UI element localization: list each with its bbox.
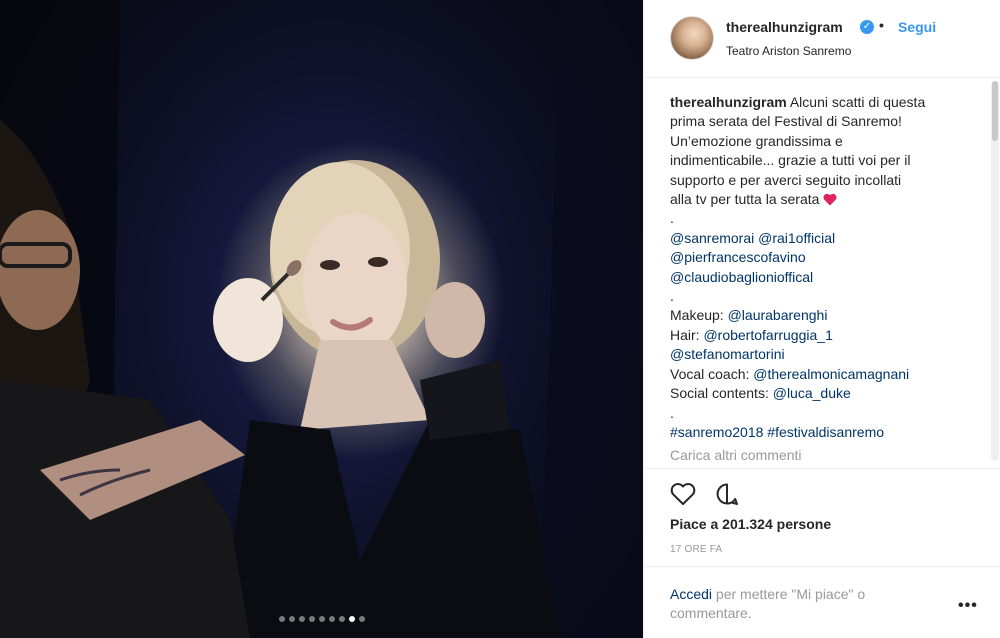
caption-mention[interactable]: @stefanomartorini [670, 345, 976, 364]
likes-count[interactable]: Piace a 201.324 persone [670, 516, 831, 532]
caption-text: Hair: [670, 326, 704, 343]
caption-text: Makeup: [670, 307, 728, 324]
caption-mention[interactable]: @luca_duke [773, 385, 851, 401]
carousel-dot[interactable] [318, 616, 325, 622]
caption-text: Un’emozione grandissima e [670, 132, 843, 149]
caption-mentions[interactable]: @sanremorai @rai1official [670, 229, 976, 248]
comments-area: therealhunzigram Alcuni scatti di questa… [644, 79, 1000, 469]
post-panel: therealhunzigram ✓ • Segui Teatro Aristo… [643, 0, 1000, 638]
carousel-dot[interactable] [278, 616, 285, 622]
caption-text: alla tv per tutta la serata [670, 191, 820, 208]
caption-text: prima serata del Festival di Sanremo! [670, 113, 902, 130]
caption-mention[interactable]: @claudiobaglionioffical [670, 268, 976, 287]
follow-button[interactable]: Segui [898, 19, 936, 35]
post-location[interactable]: Teatro Ariston Sanremo [726, 44, 851, 58]
post-username[interactable]: therealhunzigram [726, 19, 843, 35]
caption-text: . [670, 288, 674, 305]
carousel-dot[interactable] [308, 616, 315, 622]
caption-mention[interactable]: @therealmonicamagnani [753, 366, 909, 382]
separator-dot: • [879, 17, 884, 33]
caption-mention[interactable]: @laurabarenghi [728, 307, 828, 323]
verified-badge-icon: ✓ [860, 20, 874, 34]
avatar[interactable] [670, 16, 714, 60]
caption-text: Alcuni scatti di questa [789, 94, 926, 110]
red-heart-emoji-icon [823, 193, 837, 206]
caption-mention[interactable]: @robertofarruggia_1 [703, 327, 832, 343]
photo-illustration [0, 0, 643, 638]
caption-text: supporto e per averci seguito incollati [670, 171, 902, 188]
carousel-dot[interactable] [328, 616, 335, 622]
carousel-dot[interactable] [298, 616, 305, 622]
caption-text: indimenticabile... grazie a tutti voi pe… [670, 152, 911, 169]
caption-mention[interactable]: @pierfrancescofavino [670, 248, 976, 267]
post-header: therealhunzigram ✓ • Segui Teatro Aristo… [644, 0, 1000, 78]
login-prompt: Accedi per mettere "Mi piace" o commenta… [644, 566, 1000, 638]
carousel-dot[interactable] [358, 616, 365, 622]
comments-scrollbar[interactable] [991, 81, 999, 461]
heart-outline-icon[interactable] [670, 482, 696, 506]
caption-text: . [670, 210, 674, 227]
carousel-dot-active[interactable] [348, 616, 355, 622]
load-more-comments[interactable]: Carica altri commenti [670, 447, 801, 463]
more-options-icon[interactable]: ••• [958, 597, 978, 615]
post-actions [670, 482, 740, 506]
caption-username[interactable]: therealhunzigram [670, 94, 787, 110]
carousel-dots [0, 616, 643, 622]
post-caption: therealhunzigram Alcuni scatti di questa… [670, 93, 976, 442]
caption-text: . [670, 404, 674, 421]
post-photo[interactable] [0, 0, 643, 638]
caption-text: Vocal coach: [670, 365, 754, 382]
carousel-dot[interactable] [288, 616, 295, 622]
scrollbar-thumb[interactable] [992, 81, 998, 141]
carousel-dot[interactable] [338, 616, 345, 622]
caption-text: Social contents: [670, 385, 773, 402]
post-timestamp: 17 ORE FA [670, 544, 723, 555]
comment-bubble-icon[interactable] [714, 482, 740, 506]
caption-hashtags[interactable]: #sanremo2018 #festivaldisanremo [670, 423, 976, 442]
login-link[interactable]: Accedi [670, 586, 712, 602]
